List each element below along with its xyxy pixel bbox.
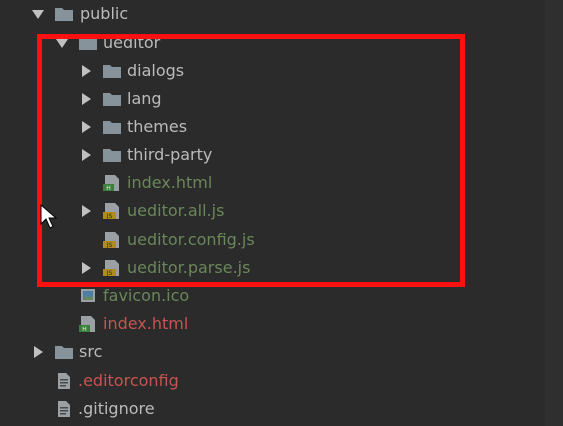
svg-text:H: H: [82, 326, 87, 333]
tree-row-label: favicon.ico: [103, 286, 190, 305]
tree-row-label: index.html: [127, 173, 213, 192]
tree-row-label: src: [79, 342, 103, 361]
tree-row-ueditor-config-js[interactable]: JS ueditor.config.js: [0, 226, 545, 254]
svg-text:JS: JS: [106, 242, 113, 249]
tree-row-label: public: [80, 4, 129, 23]
svg-text:H: H: [106, 185, 111, 192]
svg-text:JS: JS: [106, 270, 113, 277]
tree-row-public[interactable]: public: [0, 0, 545, 28]
js-file-icon: JS: [102, 259, 122, 277]
tree-row-ueditor-all-js[interactable]: JS ueditor.all.js: [0, 197, 545, 225]
svg-text:JS: JS: [106, 213, 113, 220]
chevron-right-icon[interactable]: [79, 204, 93, 218]
tree-row-favicon-ico[interactable]: favicon.ico: [0, 282, 545, 310]
tree-row-label: ueditor.parse.js: [127, 258, 251, 277]
folder-icon: [102, 146, 122, 164]
tree-row-lang[interactable]: lang: [0, 85, 545, 113]
image-file-icon: [78, 287, 98, 305]
tree-row-label: third-party: [127, 145, 213, 164]
js-file-icon: JS: [102, 202, 122, 220]
js-file-icon: JS: [102, 231, 122, 249]
scrollbar-track[interactable]: [545, 0, 563, 426]
chevron-down-icon[interactable]: [31, 7, 45, 21]
mouse-cursor-icon: [40, 204, 58, 229]
chevron-right-icon[interactable]: [79, 64, 93, 78]
html-file-icon: H: [78, 315, 98, 333]
tree-row-dialogs[interactable]: dialogs: [0, 57, 545, 85]
folder-icon: [54, 343, 74, 361]
tree-row-label: dialogs: [127, 61, 185, 80]
tree-row-index-html[interactable]: H index.html: [0, 169, 545, 197]
folder-icon: [102, 62, 122, 80]
tree-row-ueditor[interactable]: ueditor: [0, 29, 545, 57]
tree-row-third-party[interactable]: third-party: [0, 141, 545, 169]
chevron-right-icon[interactable]: [79, 148, 93, 162]
tree-row-label: ueditor: [103, 33, 161, 52]
folder-icon: [54, 5, 74, 23]
tree-row-label: index.html: [103, 314, 189, 333]
chevron-down-icon[interactable]: [55, 36, 69, 50]
tree-row-label: ueditor.config.js: [127, 230, 255, 249]
folder-icon: [102, 118, 122, 136]
tree-row-gitignore[interactable]: .gitignore: [0, 395, 545, 423]
tree-row-label: themes: [127, 117, 188, 136]
folder-icon: [102, 90, 122, 108]
tree-row-editorconfig[interactable]: .editorconfig: [0, 367, 545, 395]
tree-row-src[interactable]: src: [0, 338, 545, 366]
chevron-right-icon[interactable]: [79, 261, 93, 275]
tree-row-label: .gitignore: [78, 399, 155, 418]
text-file-icon: [54, 372, 74, 390]
tree-row-label: .editorconfig: [78, 371, 179, 390]
tree-row-label: lang: [127, 89, 162, 108]
chevron-right-icon[interactable]: [79, 92, 93, 106]
tree-row-label: ueditor.all.js: [127, 201, 225, 220]
tree-row-themes[interactable]: themes: [0, 113, 545, 141]
tree-row-ueditor-parse-js[interactable]: JS ueditor.parse.js: [0, 254, 545, 282]
folder-icon: [78, 34, 98, 52]
tree-row-index-html[interactable]: H index.html: [0, 310, 545, 338]
chevron-right-icon[interactable]: [79, 120, 93, 134]
chevron-right-icon[interactable]: [31, 345, 45, 359]
text-file-icon: [54, 400, 74, 418]
html-file-icon: H: [102, 174, 122, 192]
project-file-tree: public ueditor dialogs lang themes third…: [0, 0, 545, 426]
